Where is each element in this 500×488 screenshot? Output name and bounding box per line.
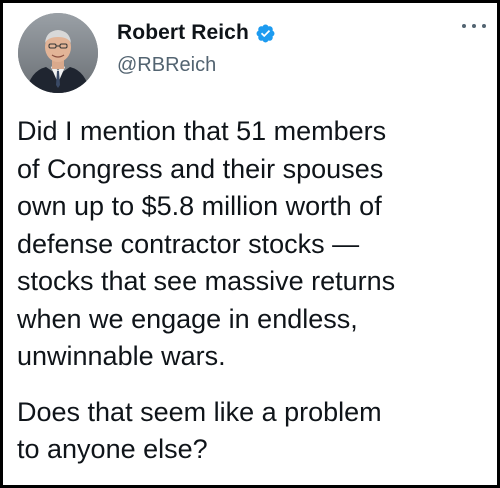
avatar-photo <box>18 13 98 93</box>
more-dot <box>472 24 476 28</box>
tweet-text: Did I mention that 51 members of Congres… <box>17 113 487 469</box>
screenshot-frame: Robert Reich @RBReich Did I mention that… <box>0 0 500 488</box>
tweet-paragraph-1: Did I mention that 51 members of Congres… <box>17 116 396 371</box>
more-options-icon[interactable] <box>462 18 486 34</box>
avatar[interactable] <box>18 13 98 93</box>
user-handle[interactable]: @RBReich <box>117 54 216 77</box>
display-name[interactable]: Robert Reich <box>117 21 249 45</box>
more-dot <box>482 24 486 28</box>
tweet-card: Robert Reich @RBReich Did I mention that… <box>6 6 496 484</box>
verified-badge-icon <box>255 23 276 44</box>
name-row: Robert Reich <box>117 21 276 45</box>
tweet-paragraph-2: Does that seem like a problem to anyone … <box>17 396 382 465</box>
tweet-header: Robert Reich @RBReich <box>6 6 496 101</box>
more-dot <box>462 24 466 28</box>
